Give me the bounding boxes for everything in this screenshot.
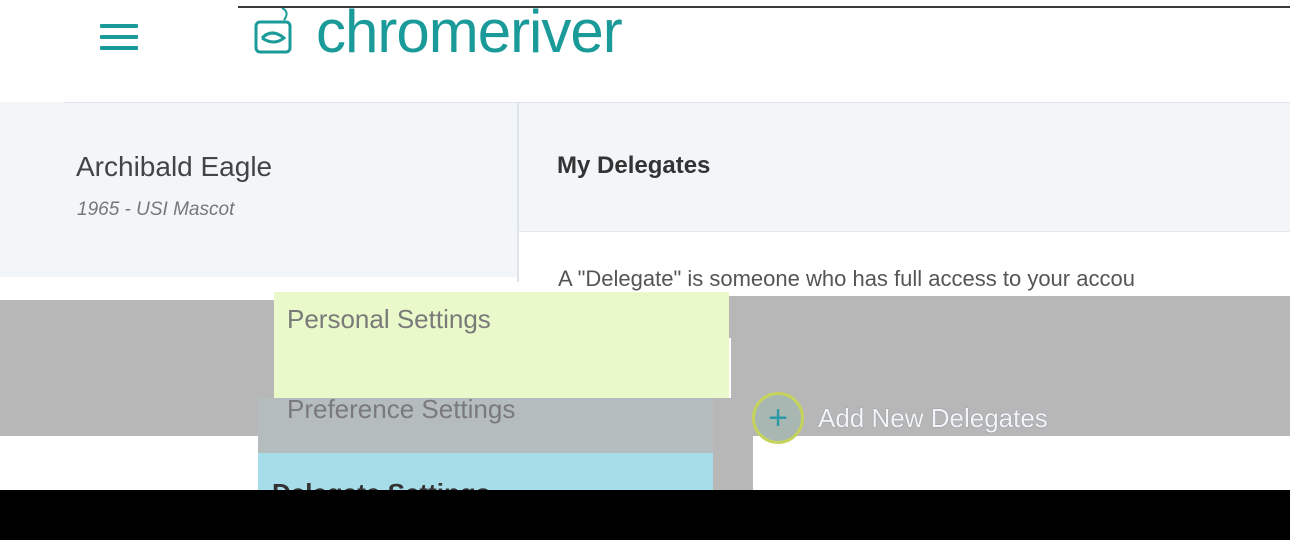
chromeriver-logo-icon (254, 8, 292, 54)
overlay-band (713, 398, 753, 493)
overlay-band (0, 338, 274, 436)
page-title: My Delegates (557, 152, 711, 179)
menu-item-label: Personal Settings (287, 304, 491, 334)
profile-subtitle: 1965 - USI Mascot (77, 199, 235, 220)
hamburger-menu-icon[interactable] (100, 24, 140, 50)
profile-name: Archibald Eagle (76, 151, 273, 182)
menu-item-label: Preference Settings (287, 394, 516, 424)
add-new-delegates-button[interactable]: + Add New Delegates (752, 390, 1048, 446)
profile-panel (0, 102, 518, 277)
bottom-bar (0, 490, 1290, 540)
add-button-label: Add New Delegates (818, 402, 1048, 433)
overlay-band (0, 300, 274, 338)
delegates-intro-text: A "Delegate" is someone who has full acc… (558, 266, 1135, 291)
brand-name: chromeriver (316, 0, 623, 65)
overlay-band (729, 296, 1290, 338)
plus-circle-icon: + (752, 392, 804, 444)
